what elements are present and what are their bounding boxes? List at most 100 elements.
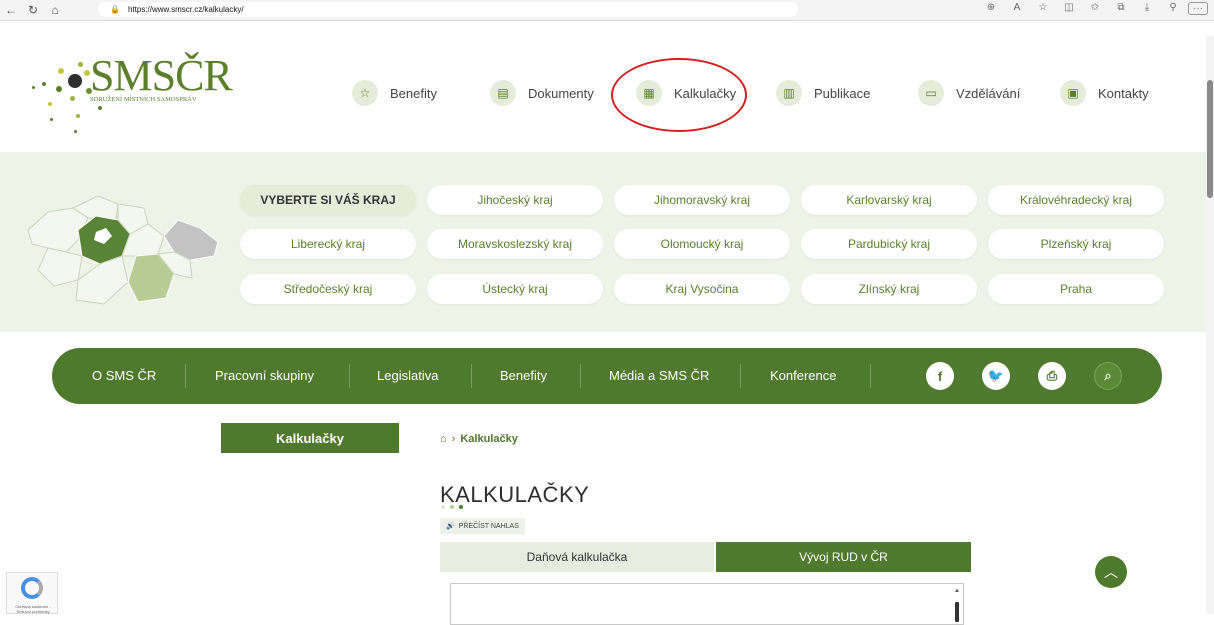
logo-dot [68, 74, 82, 88]
back-to-top-button[interactable]: ︿ [1095, 556, 1127, 588]
tab-vyvoj-rud[interactable]: Vývoj RUD v ČR [716, 542, 971, 572]
page-scrollbar[interactable] [1206, 36, 1214, 614]
scroll-up-icon[interactable]: ▲ [954, 588, 960, 594]
main-nav-legislativa[interactable]: Legislativa [377, 348, 438, 404]
title-dot [459, 505, 463, 509]
czech-regions-map[interactable] [18, 190, 232, 310]
logo-dot [56, 86, 62, 92]
region-button-liberecky[interactable]: Liberecký kraj [240, 229, 416, 259]
chevron-up-icon: ︿ [1104, 564, 1118, 580]
logo-subtitle: SDRUŽENÍ MÍSTNÍCH SAMOSPRÁV [90, 96, 197, 103]
contact-card-icon: ▣ [1060, 80, 1086, 106]
read-aloud-button[interactable]: 🔊 PŘEČÍST NAHLAS [440, 518, 525, 534]
frame-scrollbar[interactable]: ▲ [954, 588, 960, 624]
title-dot [450, 505, 454, 509]
region-button-kralovehradecky[interactable]: Královéhradecký kraj [988, 185, 1164, 215]
favorites-bar-icon[interactable]: ✩ [1084, 2, 1106, 15]
logo-dot [74, 130, 77, 133]
title-decoration [441, 505, 463, 509]
breadcrumb-separator-icon: › [451, 433, 456, 445]
region-button-karlovarsky[interactable]: Karlovarský kraj [801, 185, 977, 215]
breadcrumb-current: Kalkulačky [460, 433, 518, 445]
region-button-jihocesky[interactable]: Jihočeský kraj [427, 185, 603, 215]
books-icon: ▥ [776, 80, 802, 106]
top-nav-label: Dokumenty [528, 85, 594, 101]
main-nav-o-sms-cr[interactable]: O SMS ČR [92, 348, 156, 404]
main-nav-divider [349, 364, 350, 388]
zoom-icon[interactable]: ⊕ [980, 2, 1002, 15]
site-logo[interactable]: SMSČR SDRUŽENÍ MÍSTNÍCH SAMOSPRÁV [30, 48, 233, 138]
main-nav-konference[interactable]: Konference [770, 348, 837, 404]
top-nav-benefity[interactable]: ☆ Benefity [352, 80, 437, 106]
main-nav-divider [471, 364, 472, 388]
url-text: https://www.smscr.cz/kalkulacky/ [127, 5, 244, 14]
logo-dot [32, 86, 35, 89]
facebook-icon[interactable]: f [926, 362, 954, 390]
home-icon[interactable]: ⌂ [44, 3, 66, 17]
calculator-embed-frame[interactable]: ▲ [450, 583, 964, 625]
side-menu-kalkulacky[interactable]: Kalkulačky [221, 423, 399, 453]
logo-dot [76, 114, 80, 118]
top-nav-label: Publikace [814, 85, 871, 101]
tab-danova-kalkulacka[interactable]: Daňová kalkulačka [440, 542, 714, 572]
refresh-icon[interactable]: ↻ [22, 3, 44, 17]
recaptcha-text: Ochrana soukromí - Smluvní podmínky [15, 604, 51, 614]
region-button-plzensky[interactable]: Plzeňský kraj [988, 229, 1164, 259]
region-button-jihomoravsky[interactable]: Jihomoravský kraj [614, 185, 790, 215]
main-nav-media[interactable]: Média a SMS ČR [609, 348, 709, 404]
extension-icon[interactable]: ⚲ [1162, 2, 1184, 15]
main-nav-divider [185, 364, 186, 388]
split-screen-icon[interactable]: ◫ [1058, 2, 1080, 15]
read-aloud-label: PŘEČÍST NAHLAS [458, 522, 519, 530]
logo-dot [48, 102, 52, 106]
top-nav-publikace[interactable]: ▥ Publikace [776, 80, 870, 106]
back-icon[interactable]: ← [0, 3, 22, 17]
address-bar[interactable]: 🔒 https://www.smscr.cz/kalkulacky/ [98, 2, 798, 17]
top-nav-label: Vzdělávání [956, 85, 1021, 101]
top-nav-vzdelavani[interactable]: ▭ Vzdělávání [918, 80, 1020, 106]
red-annotation-circle [611, 58, 747, 132]
region-button-ustecky[interactable]: Ústecký kraj [427, 274, 603, 304]
logo-title: SMSČR [90, 51, 233, 100]
map-region-south-west [37, 247, 83, 287]
recaptcha-badge[interactable]: Ochrana soukromí - Smluvní podmínky [6, 572, 58, 614]
region-button-moravskoslezsky[interactable]: Moravskoslezský kraj [427, 229, 603, 259]
lock-icon: 🔒 [110, 5, 120, 14]
region-button-vysocina[interactable]: Kraj Vysočina [614, 274, 790, 304]
twitter-icon[interactable]: 🐦 [982, 362, 1010, 390]
logo-dot [50, 118, 53, 121]
read-aloud-browser-icon[interactable]: A [1006, 2, 1028, 15]
education-icon: ▭ [918, 80, 944, 106]
collections-icon[interactable]: ⧉ [1110, 2, 1132, 15]
main-nav-divider [740, 364, 741, 388]
region-select-label: VYBERTE SI VÁŠ KRAJ [240, 185, 416, 215]
top-nav-dokumenty[interactable]: ▤ Dokumenty [490, 80, 594, 106]
region-button-stredocesky[interactable]: Středočeský kraj [240, 274, 416, 304]
frame-scrollbar-thumb[interactable] [955, 602, 959, 622]
scrollbar-thumb[interactable] [1207, 80, 1213, 198]
speaker-icon: 🔊 [446, 523, 455, 530]
top-nav-kontakty[interactable]: ▣ Kontakty [1060, 80, 1149, 106]
main-nav-pracovni-skupiny[interactable]: Pracovní skupiny [215, 348, 314, 404]
title-dot [441, 505, 445, 509]
logo-dot [42, 82, 46, 86]
more-menu-icon[interactable]: ··· [1188, 2, 1208, 15]
region-button-olomoucky[interactable]: Olomoucký kraj [614, 229, 790, 259]
top-nav-label: Kontakty [1098, 85, 1149, 101]
search-icon[interactable]: ⌕ [1094, 362, 1122, 390]
logo-dot [98, 106, 102, 110]
region-button-praha[interactable]: Praha [988, 274, 1164, 304]
main-navigation: O SMS ČR Pracovní skupiny Legislativa Be… [52, 348, 1162, 404]
region-button-pardubicky[interactable]: Pardubický kraj [801, 229, 977, 259]
favorite-icon[interactable]: ☆ [1032, 2, 1054, 15]
map-region-south [75, 255, 129, 305]
document-icon: ▤ [490, 80, 516, 106]
print-icon[interactable]: ⎙ [1038, 362, 1066, 390]
breadcrumb: ⌂ › Kalkulačky [440, 433, 518, 445]
recaptcha-icon [21, 577, 43, 599]
region-button-zlinsky[interactable]: Zlínský kraj [801, 274, 977, 304]
downloads-icon[interactable]: ⤓ [1136, 2, 1158, 15]
top-nav-label: Benefity [390, 85, 437, 101]
home-icon[interactable]: ⌂ [440, 433, 447, 445]
main-nav-benefity[interactable]: Benefity [500, 348, 547, 404]
